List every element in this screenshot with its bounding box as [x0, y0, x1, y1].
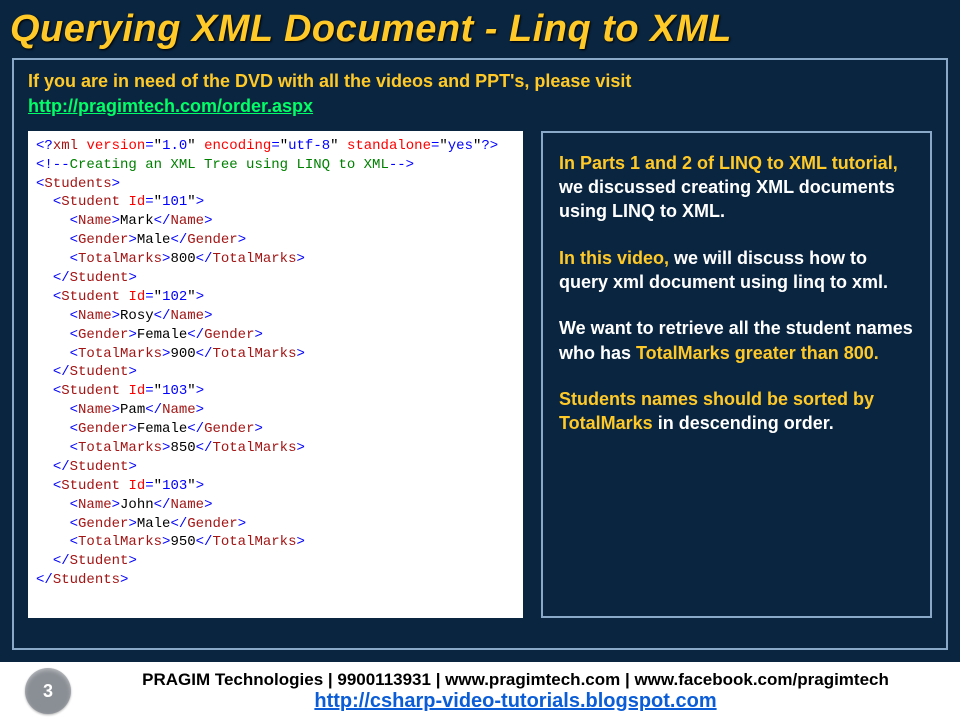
intro-line: If you are in need of the DVD with all t…	[28, 71, 631, 91]
desc-p1-highlight: In Parts 1 and 2 of LINQ to XML tutorial…	[559, 153, 898, 173]
page-number: 3	[25, 668, 71, 714]
intro-text: If you are in need of the DVD with all t…	[28, 70, 932, 119]
desc-p1: In Parts 1 and 2 of LINQ to XML tutorial…	[559, 151, 914, 224]
desc-p3: We want to retrieve all the student name…	[559, 316, 914, 365]
xml-code-box: <?xml version="1.0" encoding="utf-8" sta…	[28, 131, 523, 618]
content-frame: If you are in need of the DVD with all t…	[12, 58, 948, 650]
desc-p1-rest: we discussed creating XML documents usin…	[559, 177, 895, 221]
desc-p4-rest: in descending order.	[653, 413, 834, 433]
footer-org: PRAGIM Technologies | 9900113931 | www.p…	[142, 670, 889, 689]
desc-p2-highlight: In this video,	[559, 248, 669, 268]
footer: 3 PRAGIM Technologies | 9900113931 | www…	[0, 662, 960, 720]
footer-text: PRAGIM Technologies | 9900113931 | www.p…	[71, 670, 960, 713]
desc-p3-highlight: TotalMarks greater than 800.	[636, 343, 879, 363]
slide-title: Querying XML Document - Linq to XML	[0, 0, 960, 55]
description-box: In Parts 1 and 2 of LINQ to XML tutorial…	[541, 131, 932, 618]
order-link[interactable]: http://pragimtech.com/order.aspx	[28, 95, 313, 118]
desc-p2: In this video, we will discuss how to qu…	[559, 246, 914, 295]
footer-link[interactable]: http://csharp-video-tutorials.blogspot.c…	[314, 690, 716, 712]
desc-p4: Students names should be sorted by Total…	[559, 387, 914, 436]
